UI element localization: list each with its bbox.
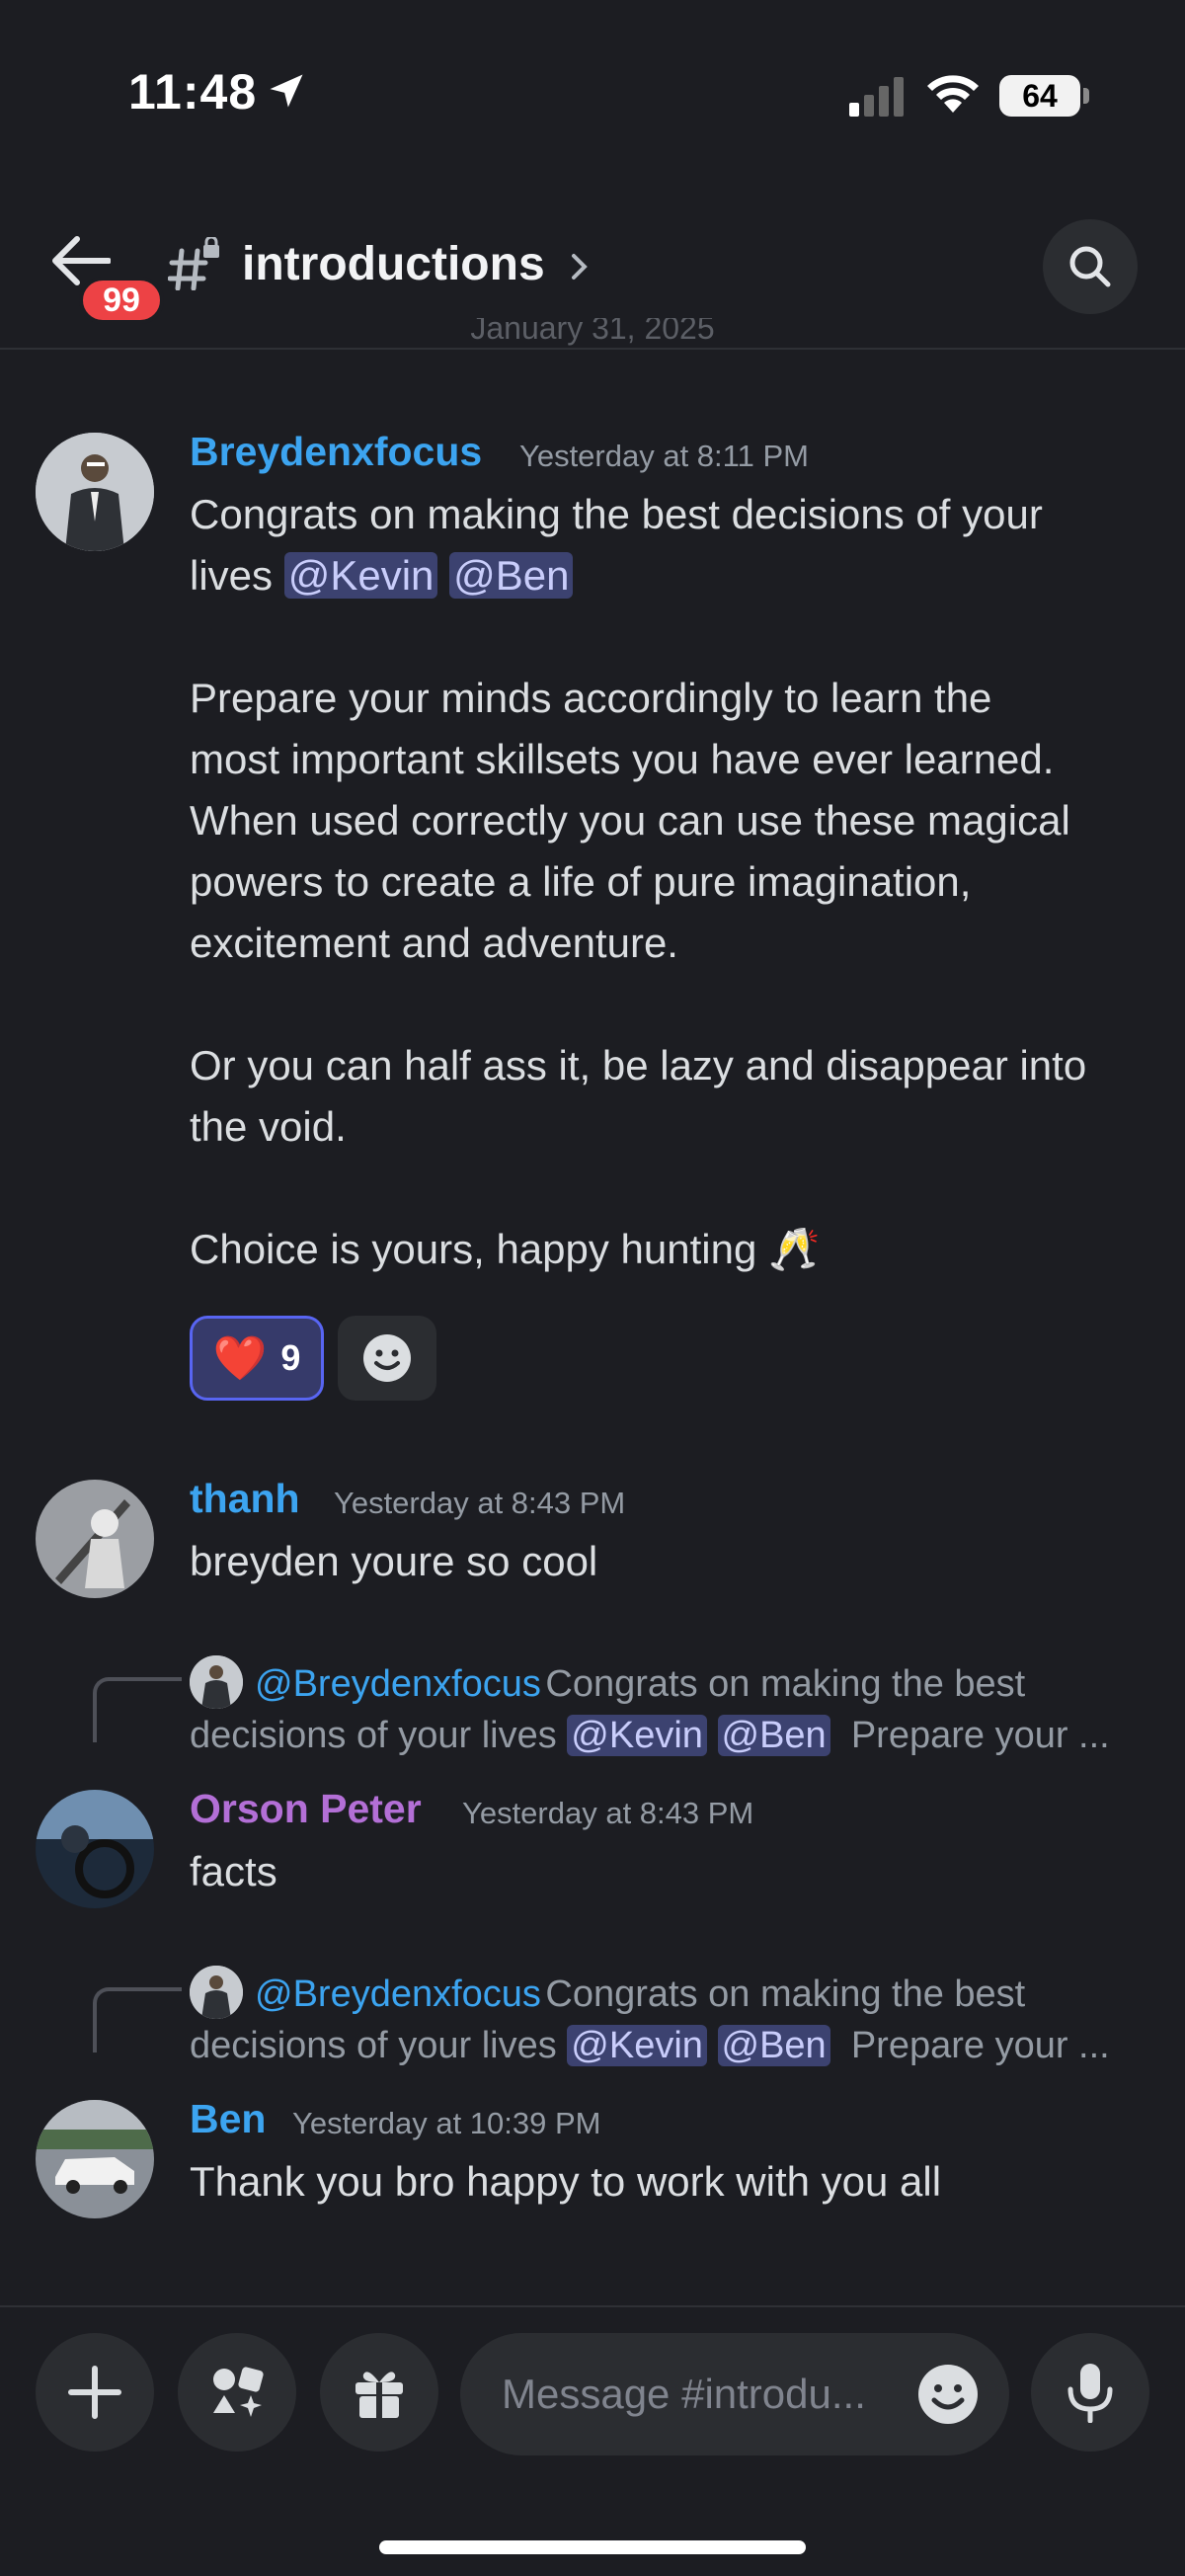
location-arrow-icon (270, 74, 303, 108)
avatar[interactable] (36, 433, 154, 551)
mention-kevin[interactable]: @Kevin (283, 552, 438, 599)
heart-emoji-icon: ❤️ (212, 1334, 268, 1383)
car-interior-avatar-icon (36, 1790, 154, 1908)
apps-button[interactable] (178, 2333, 296, 2452)
message-content: facts (190, 1848, 277, 1894)
add-reaction-button[interactable] (338, 1316, 436, 1401)
white-car-avatar-icon (36, 2100, 154, 2218)
avatar[interactable] (36, 1790, 154, 1908)
search-icon (1069, 246, 1111, 287)
reply-connector (93, 1677, 182, 1742)
reply-avatar (190, 1655, 243, 1709)
message-content: Thank you bro happy to work with you all (190, 2158, 942, 2205)
battery-nub (1083, 88, 1089, 104)
apps-icon (213, 2367, 264, 2417)
cellular-signal-icon (849, 77, 904, 117)
reply-preview-text: decisions of your lives @Kevin @Ben Prep… (190, 1715, 1110, 1756)
message-content: Congrats on making the best decisions of… (190, 491, 1087, 1272)
composer-divider (0, 2305, 1185, 2307)
reaction-count: 9 (280, 1337, 301, 1378)
message-timestamp: Yesterday at 8:43 PM (462, 1796, 754, 1830)
message-timestamp: Yesterday at 8:11 PM (519, 439, 809, 473)
message-author[interactable]: Orson Peter (190, 1786, 422, 1832)
reply-preview[interactable]: @Breydenxfocus Congrats on making the be… (255, 1968, 1025, 2021)
message-timestamp: Yesterday at 8:43 PM (334, 1486, 626, 1520)
message-timestamp: Yesterday at 10:39 PM (292, 2106, 601, 2140)
smiley-add-icon (363, 1334, 411, 1382)
gift-button[interactable] (320, 2333, 438, 2452)
search-button[interactable] (1043, 219, 1138, 314)
message-author[interactable]: Ben (190, 2096, 266, 2142)
voice-message-button[interactable] (1031, 2333, 1149, 2452)
emoji-picker-icon[interactable] (916, 2363, 980, 2426)
status-time: 11:48 (128, 64, 258, 120)
channel-title[interactable]: introductions (242, 237, 545, 291)
reply-preview-text: decisions of your lives @Kevin @Ben Prep… (190, 2025, 1110, 2066)
chevron-right-icon[interactable] (571, 253, 589, 281)
suit-person-avatar-icon (36, 433, 154, 551)
date-divider: January 31, 2025 (470, 318, 715, 346)
locked-channel-icon (168, 237, 219, 290)
reply-avatar (190, 1966, 243, 2019)
reply-connector (93, 1987, 182, 2053)
avatar[interactable] (36, 1480, 154, 1598)
mention-ben[interactable]: @Ben (449, 552, 574, 599)
header-divider (0, 348, 1185, 350)
message-content: breyden youre so cool (190, 1538, 598, 1584)
gift-icon (356, 2372, 403, 2418)
character-avatar-icon (36, 1480, 154, 1598)
battery-indicator: 64 (999, 75, 1080, 117)
microphone-icon (1067, 2364, 1113, 2423)
home-indicator (379, 2540, 806, 2554)
message-author[interactable]: Breydenxfocus (190, 429, 482, 475)
unread-badge: 99 (79, 277, 164, 324)
reaction-heart[interactable]: ❤️ 9 (190, 1316, 324, 1401)
add-attachment-button[interactable] (36, 2333, 154, 2452)
avatar[interactable] (36, 2100, 154, 2218)
reply-preview[interactable]: @Breydenxfocus Congrats on making the be… (255, 1657, 1025, 1711)
message-placeholder: Message #introdu... (502, 2371, 866, 2417)
plus-icon (68, 2366, 121, 2419)
wifi-icon (927, 75, 979, 113)
message-author[interactable]: thanh (190, 1476, 300, 1522)
